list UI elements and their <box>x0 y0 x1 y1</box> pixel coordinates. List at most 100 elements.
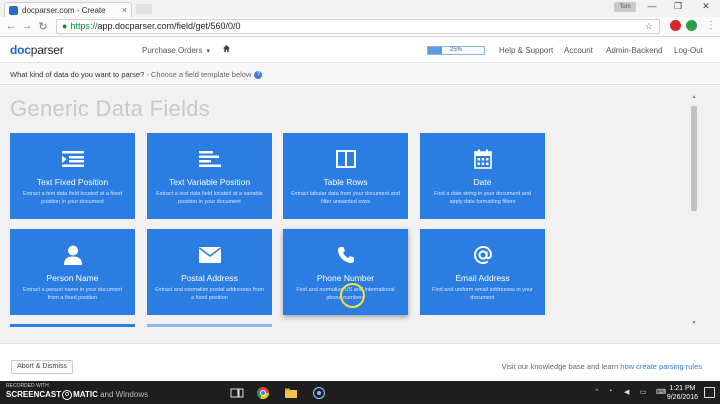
brand-windows: and Windows <box>97 390 149 400</box>
browser-tab[interactable]: docparser.com - Create × <box>4 2 132 17</box>
calendar-icon <box>420 147 545 171</box>
card-description: Find and uniform email addresses in your… <box>432 287 533 301</box>
card-description: Extract a text data field located at a v… <box>156 191 263 205</box>
field-card-postal-address[interactable]: Postal Address Extract and normalize post… <box>147 229 272 315</box>
brand-matic: MATIC <box>73 390 98 400</box>
recorded-with-label: RECORDED WITH <box>6 383 49 389</box>
card-title: Text Fixed Position <box>36 177 109 187</box>
purchase-orders-label: Purchase Orders <box>142 46 203 55</box>
close-window-icon[interactable]: ✕ <box>694 1 718 12</box>
logo-doc: doc <box>10 43 31 57</box>
logout-link[interactable]: Log-Out <box>674 46 703 55</box>
chrome-icon[interactable] <box>256 386 270 400</box>
file-explorer-icon[interactable] <box>284 386 298 400</box>
cursor-highlight <box>340 283 365 308</box>
docparser-logo[interactable]: docparser <box>10 43 64 57</box>
keyboard-icon[interactable]: ⌨ <box>656 388 666 396</box>
text-variable-icon <box>147 147 272 171</box>
screencast-o-icon: O <box>62 390 73 400</box>
grammarly-extension-icon[interactable] <box>686 20 697 31</box>
usage-progress-label: 25% <box>449 47 462 53</box>
card-title: Email Address <box>455 273 510 283</box>
parsing-rules-link[interactable]: how create parsing rules <box>620 362 702 371</box>
purchase-orders-dropdown[interactable]: Purchase Orders ▾ <box>142 46 210 55</box>
app-navbar: docparser Purchase Orders ▾ 25% Help & Su… <box>0 38 720 63</box>
address-bar[interactable]: ● https://app.docparser.com/field/get/560… <box>56 19 660 34</box>
admin-backend-link[interactable]: Admin-Backend <box>606 46 662 55</box>
subheader-question: What kind of data do you want to parse? <box>10 70 145 79</box>
card-title: Person Name <box>46 273 99 283</box>
card-description: Extract a person name in your document f… <box>22 287 123 301</box>
at-icon <box>420 243 545 267</box>
forward-arrow-icon[interactable]: → <box>20 20 34 32</box>
subheader-hint: - Choose a field template below <box>144 70 252 79</box>
reload-icon[interactable]: ↻ <box>36 20 50 33</box>
card-description: Extract tabular data from your document … <box>291 191 400 205</box>
input-method-icon[interactable]: ▭ <box>640 388 647 396</box>
lock-icon: ● <box>62 21 68 31</box>
card-title: Table Rows <box>323 177 368 187</box>
volume-icon[interactable]: ◀ <box>624 388 629 396</box>
opera-extension-icon[interactable] <box>670 20 681 31</box>
task-view-icon[interactable] <box>230 386 244 400</box>
field-card-person-name[interactable]: Person Name Extract a person name in your… <box>10 229 135 315</box>
help-question-icon[interactable]: ? <box>254 71 263 80</box>
card-title: Postal Address <box>181 273 238 283</box>
footer-knowledge-text: Visit our knowledge base and learn how c… <box>502 362 702 371</box>
field-template-panel: Generic Data Fields Text Fixed Position E… <box>0 86 720 343</box>
url-path: app.docparser.com/field/get/560/0/0 <box>97 21 241 31</box>
new-tab-button[interactable] <box>136 4 152 14</box>
card-description: Extract a text data field located at a f… <box>22 191 123 205</box>
card-stub-row3-col2[interactable] <box>147 324 272 327</box>
usage-progress-bar: 25% <box>427 46 485 55</box>
home-icon[interactable] <box>222 44 231 55</box>
browser-tab-strip: docparser.com - Create × Tom — ❐ ✕ <box>0 0 720 17</box>
person-icon <box>10 243 135 267</box>
tray-chevron-icon[interactable]: ⌃ <box>594 388 600 396</box>
minimize-icon[interactable]: — <box>640 1 664 11</box>
browser-toolbar: ← → ↻ ● https://app.docparser.com/field/g… <box>0 17 720 37</box>
page-scrollbar[interactable]: ▲ ▼ <box>690 94 698 326</box>
notifications-icon[interactable] <box>704 387 715 398</box>
field-card-text-variable-position[interactable]: Text Variable Position Extract a text dat… <box>147 133 272 219</box>
account-link[interactable]: Account <box>564 46 593 55</box>
subheader: What kind of data do you want to parse? … <box>0 63 720 85</box>
chrome-menu-icon[interactable]: ⋮ <box>704 20 718 31</box>
taskbar-clock[interactable]: 1:21 PM 9/26/2016 <box>667 384 698 402</box>
brand-screencast: SCREENCAST <box>6 390 62 400</box>
footer-text: Visit our knowledge base and learn <box>501 362 621 371</box>
back-arrow-icon[interactable]: ← <box>4 20 18 32</box>
windows-taskbar: RECORDED WITH SCREENCAST O MATIC and Windo… <box>0 381 720 404</box>
envelope-icon <box>147 243 272 267</box>
docparser-favicon-icon <box>9 5 18 15</box>
scroll-up-icon[interactable]: ▲ <box>690 94 698 100</box>
bookmark-star-icon[interactable]: ☆ <box>645 20 653 33</box>
chevron-down-icon: ▾ <box>206 48 210 55</box>
field-card-table-rows[interactable]: Table Rows Extract tabular data from your… <box>283 133 408 219</box>
field-card-text-fixed-position[interactable]: Text Fixed Position Extract a text data f… <box>10 133 135 219</box>
help-support-link[interactable]: Help & Support <box>499 46 553 55</box>
card-title: Phone Number <box>316 273 375 283</box>
clock-date: 9/26/2016 <box>666 394 698 401</box>
url-scheme: https:// <box>70 21 98 31</box>
scrollbar-thumb[interactable] <box>691 106 697 211</box>
field-card-date[interactable]: Date Find a date string in your document … <box>420 133 545 219</box>
abort-dismiss-button[interactable]: Abort & Dismiss <box>11 360 73 374</box>
tab-close-icon[interactable]: × <box>122 5 127 15</box>
field-card-email-address[interactable]: Email Address Find and uniform email addr… <box>420 229 545 315</box>
page-footer: Abort & Dismiss Visit our knowledge base… <box>0 343 720 381</box>
card-title: Text Variable Position <box>168 177 251 187</box>
network-icon[interactable]: ◔ <box>608 388 612 395</box>
phone-icon <box>283 243 408 267</box>
clock-time: 1:21 PM <box>669 385 696 392</box>
card-description: Extract and normalize postal addresses f… <box>155 287 264 301</box>
scroll-down-icon[interactable]: ▼ <box>690 320 698 326</box>
card-stub-row3-col1[interactable] <box>10 324 135 327</box>
card-title: Date <box>473 177 492 187</box>
maximize-icon[interactable]: ❐ <box>666 1 690 12</box>
text-fixed-icon <box>10 147 135 171</box>
logo-parser: parser <box>30 43 64 57</box>
screencast-app-icon[interactable] <box>312 386 326 400</box>
browser-user-badge[interactable]: Tom <box>614 2 636 12</box>
page-title: Generic Data Fields <box>10 96 211 121</box>
